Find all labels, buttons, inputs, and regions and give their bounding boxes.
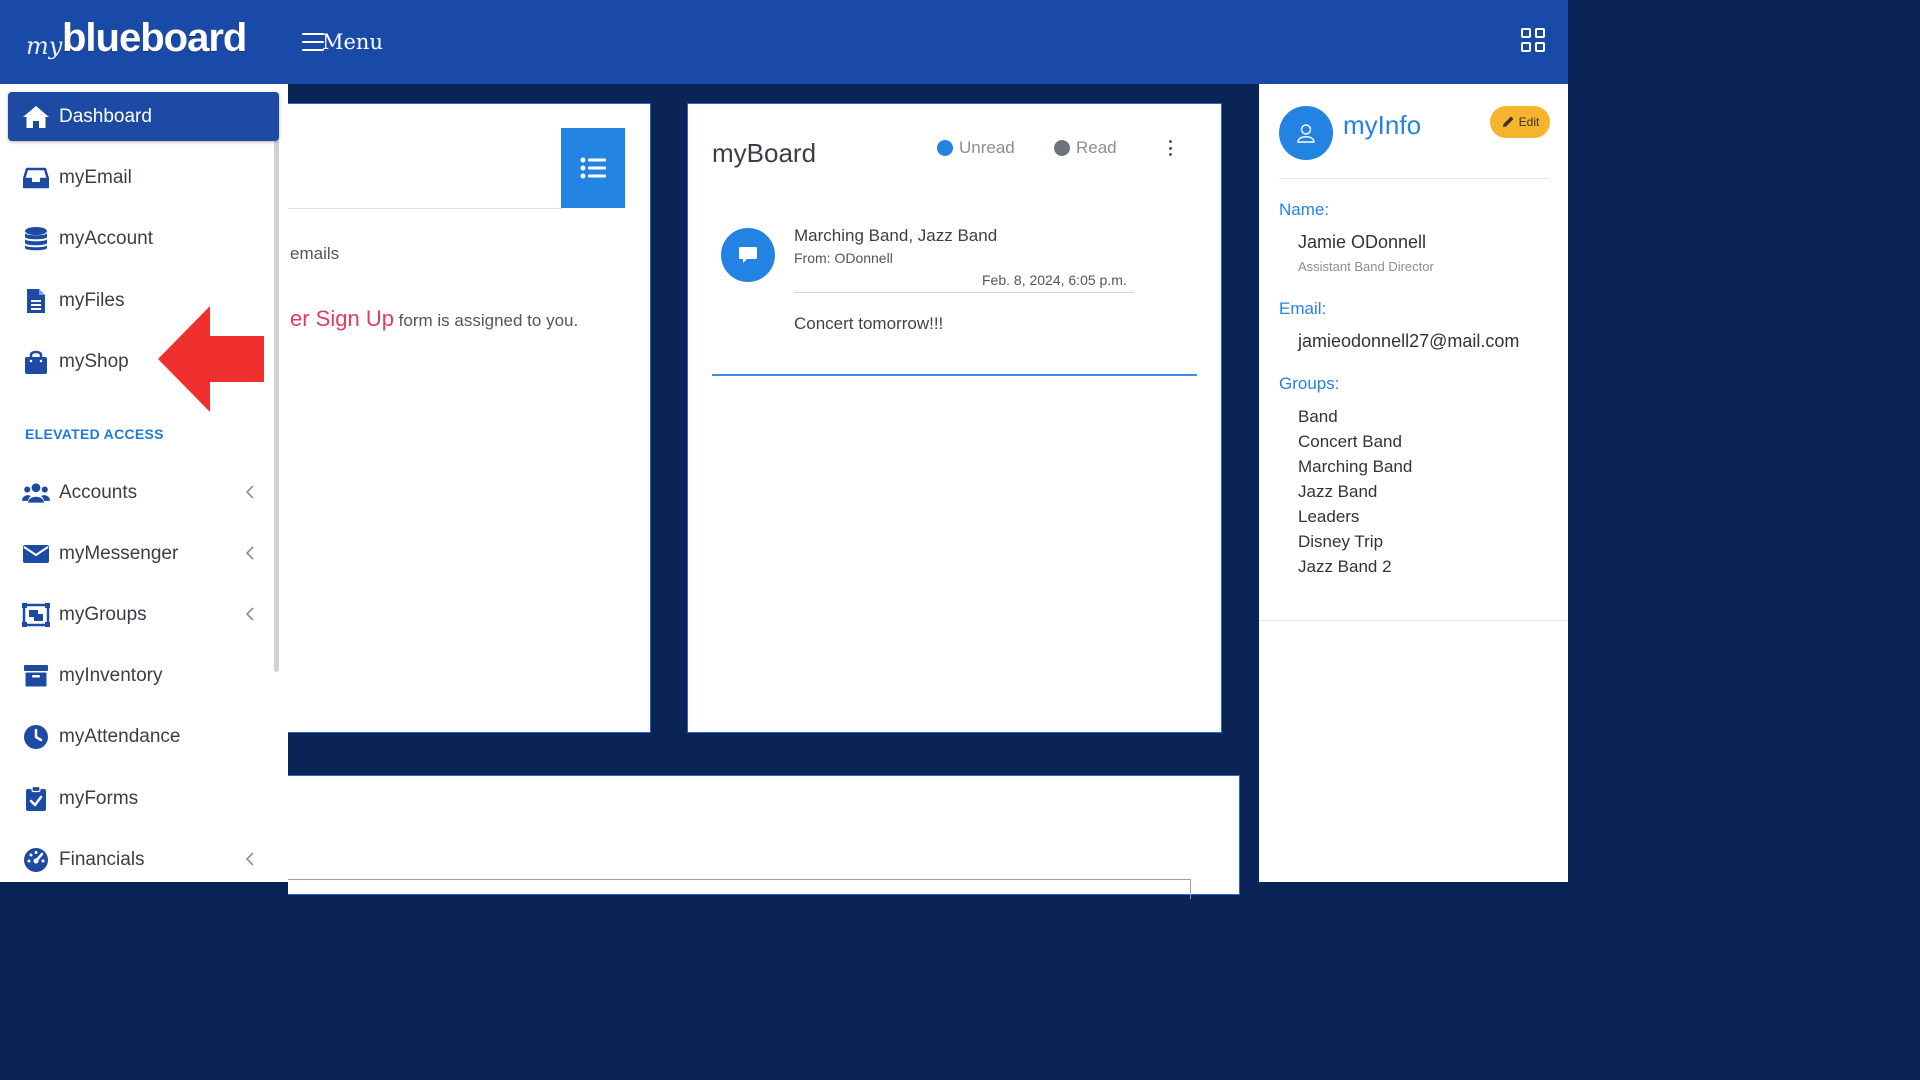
myboard-card: myBoard Unread Read Marching Band, Jazz …: [687, 103, 1222, 733]
form-link[interactable]: er Sign Up: [290, 306, 394, 331]
groups-label: Groups:: [1279, 374, 1340, 393]
form-assigned-text: form is assigned to you.: [393, 311, 579, 330]
menu-label: Menu: [322, 30, 383, 54]
sidebar-item-myemail[interactable]: myEmail: [8, 153, 279, 202]
logo-prefix: my: [26, 32, 63, 60]
chevron-left-icon: [245, 546, 254, 560]
sidebar-item-label: myMessenger: [59, 542, 179, 564]
logo[interactable]: my blueboard: [24, 14, 264, 70]
file-icon: [22, 287, 50, 315]
sidebar-item-label: myGroups: [59, 603, 147, 625]
database-icon: [22, 225, 50, 253]
group-item: Marching Band: [1298, 457, 1413, 476]
info-divider: [1279, 178, 1549, 179]
message-date: Feb. 8, 2024, 6:05 p.m.: [982, 272, 1127, 288]
bottom-card-field-border: [288, 879, 1191, 880]
shopping-bag-icon: [22, 348, 50, 376]
more-options-icon[interactable]: [1162, 138, 1178, 158]
sidebar-item-myaccount[interactable]: myAccount: [8, 214, 279, 263]
emails-card: emails er Sign Up form is assigned to yo…: [288, 103, 651, 733]
legend-read[interactable]: Read: [1054, 138, 1117, 158]
group-item: Jazz Band 2: [1298, 557, 1392, 576]
red-arrow-annotation: [158, 306, 264, 412]
clipboard-check-icon: [22, 785, 50, 813]
group-item: Leaders: [1298, 507, 1360, 526]
bottom-card: [288, 775, 1240, 899]
list-button[interactable]: [561, 128, 625, 208]
sidebar-item-label: myAccount: [59, 227, 153, 249]
sidebar-item-label: myForms: [59, 787, 139, 809]
sidebar-item-label: Financials: [59, 848, 145, 870]
group-item: Jazz Band: [1298, 482, 1378, 501]
chevron-left-icon: [245, 485, 254, 499]
users-icon: [22, 479, 50, 507]
sidebar-item-mygroups[interactable]: myGroups: [8, 590, 279, 639]
sidebar-item-label: myAttendance: [59, 725, 181, 747]
sidebar-item-myattendance[interactable]: myAttendance: [8, 712, 279, 761]
groups-list: Band Concert Band Marching Band Jazz Ban…: [1298, 404, 1412, 579]
pencil-icon: [1502, 116, 1514, 127]
board-title: myBoard: [712, 138, 817, 168]
sidebar-item-label: myFiles: [59, 289, 125, 311]
read-dot-icon: [1054, 140, 1070, 156]
sidebar-item-mymessenger[interactable]: myMessenger: [8, 529, 279, 578]
user-name: Jamie ODonnell: [1298, 232, 1427, 252]
list-icon: [580, 157, 606, 179]
user-email: jamieodonnell27@mail.com: [1298, 331, 1520, 351]
sidebar: Dashboard myEmail myAccount myFiles mySh…: [0, 84, 288, 882]
home-icon: [22, 103, 50, 131]
sidebar-item-label: myEmail: [59, 166, 132, 188]
legend-label: Read: [1076, 138, 1117, 157]
message-divider: [794, 292, 1134, 293]
chevron-left-icon: [245, 852, 254, 866]
legend-unread[interactable]: Unread: [937, 138, 1015, 158]
email-label: Email:: [1279, 299, 1327, 318]
groups-icon: [22, 601, 50, 629]
sidebar-item-label: Accounts: [59, 481, 138, 503]
clock-icon: [22, 723, 50, 751]
sidebar-item-financials[interactable]: Financials: [8, 835, 279, 884]
name-label: Name:: [1279, 200, 1330, 219]
legend-label: Unread: [959, 138, 1015, 157]
edit-button[interactable]: Edit: [1490, 106, 1550, 138]
envelope-icon: [22, 540, 50, 568]
archive-icon: [22, 662, 50, 690]
myinfo-title: myInfo: [1343, 110, 1422, 140]
card-header-divider: [288, 208, 562, 209]
group-item: Band: [1298, 407, 1338, 426]
group-item: Disney Trip: [1298, 532, 1384, 551]
inbox-icon: [22, 164, 50, 192]
unread-dot-icon: [937, 140, 953, 156]
sidebar-item-label: Dashboard: [59, 105, 152, 127]
logo-name: blueboard: [62, 16, 247, 60]
sidebar-item-myinventory[interactable]: myInventory: [8, 651, 279, 700]
sidebar-item-accounts[interactable]: Accounts: [8, 468, 279, 517]
chevron-left-icon: [245, 607, 254, 621]
sidebar-item-dashboard[interactable]: Dashboard: [8, 92, 279, 141]
form-assigned-notice: er Sign Up form is assigned to you.: [290, 306, 578, 332]
section-title-elevated-access: ELEVATED ACCESS: [25, 426, 164, 442]
menu-button[interactable]: Menu: [302, 26, 383, 58]
hamburger-icon: [302, 33, 324, 51]
user-role: Assistant Band Director: [1298, 259, 1434, 274]
board-divider: [712, 374, 1197, 376]
panel-divider: [1259, 620, 1568, 621]
bottom-card-field-border: [1190, 879, 1191, 899]
message-body: Concert tomorrow!!!: [794, 314, 944, 333]
myinfo-panel: myInfo Edit Name: Jamie ODonnell Assista…: [1259, 84, 1568, 882]
user-avatar-icon: [1279, 106, 1333, 160]
edit-label: Edit: [1518, 115, 1540, 129]
sidebar-item-label: myInventory: [59, 664, 163, 686]
sidebar-item-myforms[interactable]: myForms: [8, 774, 279, 823]
message-groups[interactable]: Marching Band, Jazz Band: [794, 226, 997, 246]
group-item: Concert Band: [1298, 432, 1402, 451]
emails-summary: emails: [290, 244, 340, 263]
apps-grid-icon[interactable]: [1521, 28, 1545, 52]
sidebar-item-label: myShop: [59, 350, 129, 372]
top-bar: my blueboard Menu: [0, 0, 1568, 84]
gauge-icon: [22, 846, 50, 874]
message-from: From: ODonnell: [794, 250, 893, 266]
message-icon: [721, 228, 775, 282]
